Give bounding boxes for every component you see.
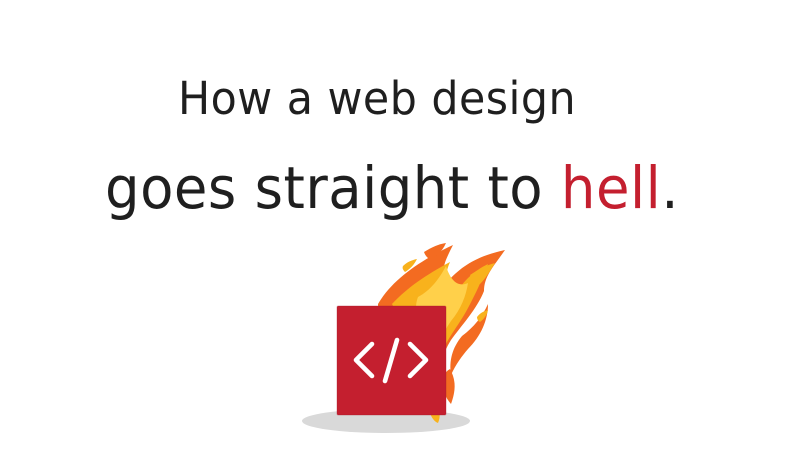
hero-graphic: How a web design goes straight to hell. — [0, 0, 800, 450]
headline-line-2: goes straight to hell. — [105, 159, 679, 217]
headline-line-2-prefix: goes straight to — [105, 154, 561, 222]
headline-line-2-suffix: . — [661, 154, 680, 222]
headline-highlight-word: hell — [560, 154, 662, 222]
burning-code-box-illustration — [302, 243, 505, 433]
headline-line-1: How a web design — [178, 76, 576, 121]
headline-line-1-text: How a web design — [178, 72, 577, 125]
